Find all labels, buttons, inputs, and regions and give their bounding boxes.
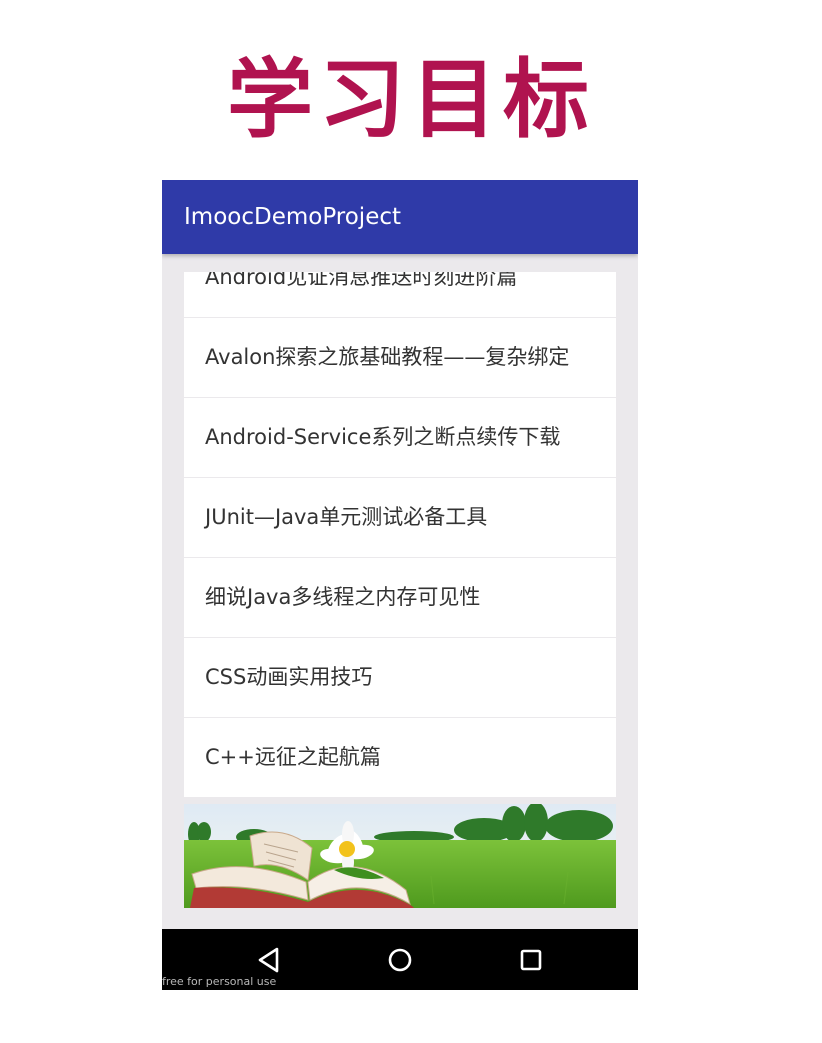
list-item[interactable]: Android见证消息推送时刻进阶篇: [184, 272, 616, 317]
recents-button[interactable]: [514, 943, 548, 977]
banner-image[interactable]: [184, 804, 616, 908]
phone-screen: ImoocDemoProject Android见证消息推送时刻进阶篇 Aval…: [162, 180, 638, 990]
slide-title: 学习目标: [227, 50, 595, 150]
list-item-label: 细说Java多线程之内存可见性: [205, 585, 481, 609]
list-item-label: Avalon探索之旅基础教程——复杂绑定: [205, 345, 570, 369]
watermark-text: free for personal use: [162, 975, 277, 988]
list-item[interactable]: C++远征之起航篇: [184, 718, 616, 797]
app-title: ImoocDemoProject: [184, 204, 402, 230]
list-item[interactable]: JUnit—Java单元测试必备工具: [184, 478, 616, 557]
list-item-label: Android见证消息推送时刻进阶篇: [205, 272, 518, 289]
list-item-label: Android-Service系列之断点续传下载: [205, 425, 561, 449]
back-button[interactable]: [252, 943, 286, 977]
list-item[interactable]: CSS动画实用技巧: [184, 638, 616, 717]
back-triangle-icon: [258, 947, 279, 973]
list-item-label: JUnit—Java单元测试必备工具: [205, 505, 488, 529]
banner-illustration: [184, 804, 616, 908]
list-item-label: C++远征之起航篇: [205, 745, 381, 769]
recents-square-icon: [520, 949, 542, 971]
course-list-content: Android见证消息推送时刻进阶篇 Avalon探索之旅基础教程——复杂绑定 …: [184, 272, 616, 798]
app-bar: ImoocDemoProject: [162, 180, 638, 254]
list-item[interactable]: Avalon探索之旅基础教程——复杂绑定: [184, 318, 616, 397]
list-item[interactable]: 细说Java多线程之内存可见性: [184, 558, 616, 637]
list-item[interactable]: Android-Service系列之断点续传下载: [184, 398, 616, 477]
home-circle-icon: [388, 948, 412, 972]
list-item-label: CSS动画实用技巧: [205, 665, 373, 689]
home-button[interactable]: [383, 943, 417, 977]
